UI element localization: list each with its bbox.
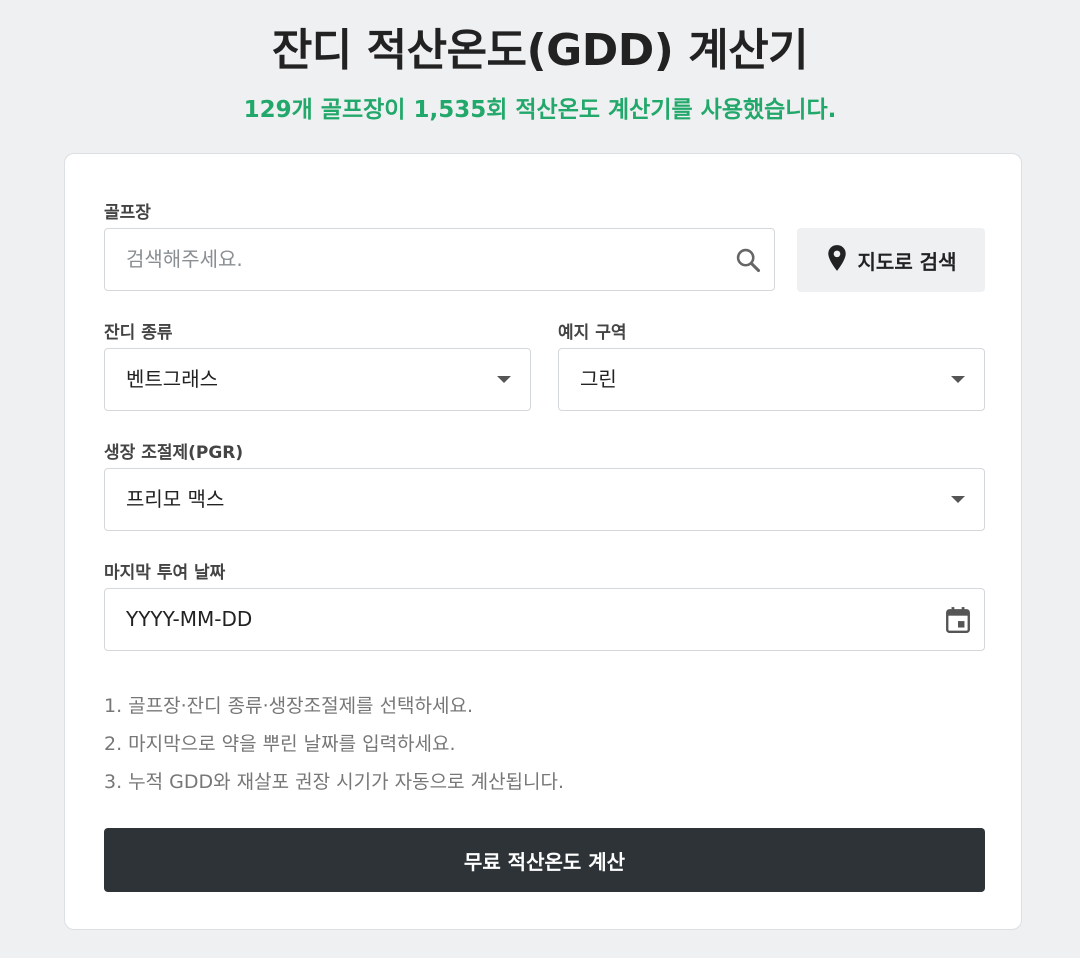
golf-course-label: 골프장 [104, 203, 151, 223]
last-date-value: YYYY-MM-DD [126, 607, 253, 631]
page-title: 잔디 적산온도(GDD) 계산기 [271, 25, 809, 76]
grass-type-label: 잔디 종류 [104, 323, 173, 343]
last-date-input[interactable]: YYYY-MM-DD [104, 588, 985, 651]
mowing-zone-select[interactable]: 그린 [558, 348, 985, 411]
usage-stats: 129개 골프장이 1,535회 적산온도 계산기를 사용했습니다. [243, 97, 837, 123]
map-search-label: 지도로 검색 [857, 249, 957, 274]
map-pin-icon [826, 244, 848, 277]
gdd-form-card: 골프장 검색해주세요. 지도로 검색 잔디 종류 벤트그래스 예지 구역 그린 … [64, 153, 1022, 930]
pgr-label: 생장 조절제(PGR) [104, 443, 244, 463]
pgr-select[interactable]: 프리모 맥스 [104, 468, 985, 531]
golf-course-placeholder: 검색해주세요. [126, 247, 243, 271]
last-date-label: 마지막 투여 날짜 [104, 563, 226, 583]
instruction-step: 2. 마지막으로 약을 뿌린 날짜를 입력하세요. [104, 733, 456, 755]
mowing-zone-value: 그린 [580, 367, 617, 391]
calculate-button[interactable]: 무료 적산온도 계산 [104, 828, 985, 892]
map-search-button[interactable]: 지도로 검색 [797, 228, 985, 292]
golf-course-search-input[interactable]: 검색해주세요. [104, 228, 775, 291]
instructions-list: 1. 골프장·잔디 종류·생장조절제를 선택하세요. 2. 마지막으로 약을 뿌… [104, 687, 564, 801]
chevron-down-icon [951, 349, 965, 410]
chevron-down-icon [497, 349, 511, 410]
chevron-down-icon [951, 469, 965, 530]
grass-type-value: 벤트그래스 [126, 367, 218, 391]
search-icon[interactable] [734, 229, 762, 290]
instruction-step: 1. 골프장·잔디 종류·생장조절제를 선택하세요. [104, 695, 474, 717]
pgr-value: 프리모 맥스 [126, 487, 225, 511]
calendar-icon[interactable] [945, 589, 971, 650]
grass-type-select[interactable]: 벤트그래스 [104, 348, 531, 411]
mowing-zone-label: 예지 구역 [558, 323, 627, 343]
instruction-step: 3. 누적 GDD와 재살포 권장 시기가 자동으로 계산됩니다. [104, 771, 565, 793]
